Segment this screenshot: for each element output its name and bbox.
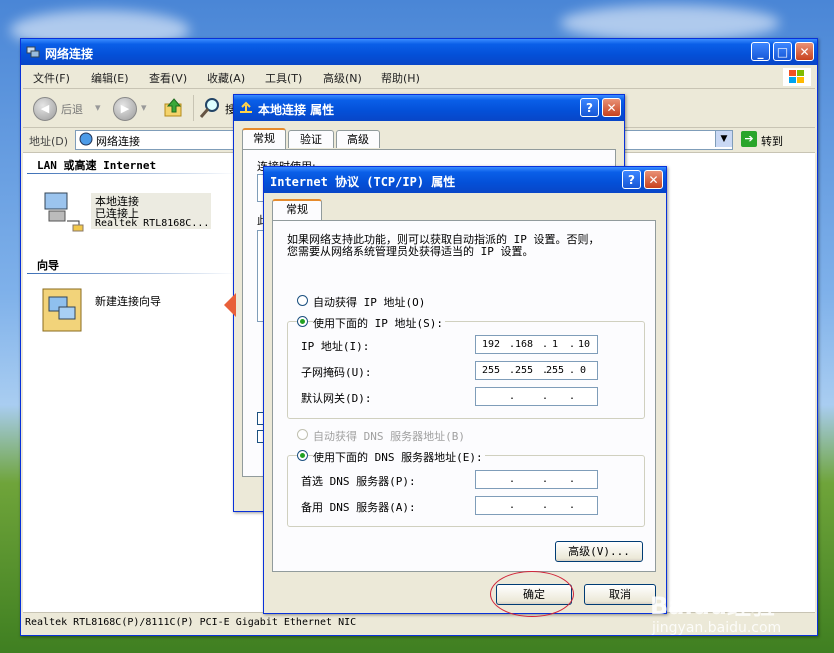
maximize-button[interactable]: □ <box>773 42 792 61</box>
ok-highlight-circle <box>490 571 574 617</box>
manual-dns-label[interactable]: 使用下面的 DNS 服务器地址(E): <box>313 449 485 465</box>
go-label: 转到 <box>761 135 783 148</box>
auto-ip-radio[interactable] <box>297 295 308 306</box>
group-divider <box>27 273 237 274</box>
explorer-title: 网络连接 <box>45 47 94 61</box>
preferred-dns-label: 首选 DNS 服务器(P): <box>301 475 416 488</box>
search-icon[interactable] <box>199 97 221 119</box>
back-button[interactable]: ◀ <box>33 97 57 121</box>
manual-ip-label[interactable]: 使用下面的 IP 地址(S): <box>313 315 445 331</box>
manual-ip-radio[interactable] <box>297 316 308 327</box>
alternate-dns-field[interactable]: ... <box>475 496 598 515</box>
tcpip-properties-dialog: Internet 协议 (TCP/IP) 属性 ? ✕ 常规 如果网络支持此功能… <box>263 166 667 617</box>
explorer-titlebar[interactable]: 网络连接 _ □ ✕ <box>21 39 817 65</box>
desktop-cloud <box>560 5 780 41</box>
watermark-brand: Baidu经验 <box>650 592 775 620</box>
close-button[interactable]: ✕ <box>602 98 621 117</box>
auto-dns-label[interactable]: 自动获得 DNS 服务器地址(B) <box>313 428 465 444</box>
network-icon <box>26 46 40 58</box>
mask-octet-1: 255 <box>482 365 501 376</box>
go-arrow-icon: ➔ <box>741 131 757 147</box>
ip-address-label: IP 地址(I): <box>301 340 370 353</box>
network-icon <box>240 101 252 113</box>
warning-shape-icon <box>224 293 236 317</box>
menu-tools[interactable]: 工具(T) <box>265 70 302 86</box>
menu-bar: 文件(F) 编辑(E) 查看(V) 收藏(A) 工具(T) 高级(N) 帮助(H… <box>23 66 815 89</box>
lan-group-header: LAN 或高速 Internet <box>37 159 157 172</box>
tab-general[interactable]: 常规 <box>242 128 286 149</box>
new-connection-wizard-item[interactable]: 新建连接向导 <box>39 285 219 335</box>
network-icon <box>79 132 93 146</box>
forward-dropdown-icon[interactable]: ▾ <box>141 101 147 114</box>
close-button[interactable]: ✕ <box>644 170 663 189</box>
help-button[interactable]: ? <box>622 170 641 189</box>
network-connection-icon <box>44 192 84 232</box>
forward-button[interactable]: ▶ <box>113 97 137 121</box>
menu-edit[interactable]: 编辑(E) <box>91 70 129 86</box>
mask-octet-3: 255 <box>546 365 565 376</box>
close-button[interactable]: ✕ <box>795 42 814 61</box>
address-dropdown-icon[interactable]: ▼ <box>715 131 732 147</box>
menu-favorites[interactable]: 收藏(A) <box>207 70 245 86</box>
auto-ip-label[interactable]: 自动获得 IP 地址(O) <box>313 294 425 310</box>
windows-logo-icon <box>783 68 811 86</box>
group-divider <box>27 173 237 174</box>
preferred-dns-field[interactable]: ... <box>475 470 598 489</box>
tcpip-titlebar[interactable]: Internet 协议 (TCP/IP) 属性 ? ✕ <box>264 167 666 193</box>
ip-octet-1: 192 <box>482 339 501 350</box>
wizard-icon <box>42 288 82 332</box>
back-dropdown-icon[interactable]: ▾ <box>95 101 101 114</box>
baidu-watermark: Baidu经验 jingyan.baidu.com <box>640 586 830 648</box>
menu-advanced[interactable]: 高级(N) <box>323 70 362 86</box>
ip-octet-4: 10 <box>578 339 591 350</box>
description-line-2: 您需要从网络系统管理员处获得适当的 IP 设置。 <box>287 245 534 258</box>
go-button[interactable]: ➔ 转到 <box>739 131 809 149</box>
wizard-item-label: 新建连接向导 <box>95 295 161 308</box>
subnet-mask-field[interactable]: 255. 255. 255. 0 <box>475 361 598 380</box>
menu-help[interactable]: 帮助(H) <box>381 70 420 86</box>
wizard-group-header: 向导 <box>37 259 59 272</box>
manual-dns-group <box>287 455 645 527</box>
tcpip-title: Internet 协议 (TCP/IP) 属性 <box>270 175 456 189</box>
tcpip-panel: 如果网络支持此功能，则可以获取自动指派的 IP 设置。否则， 您需要从网络系统管… <box>272 220 656 572</box>
back-label: 后退 <box>61 103 83 116</box>
menu-file[interactable]: 文件(F) <box>33 70 70 86</box>
ip-octet-2: 168 <box>515 339 534 350</box>
menu-view[interactable]: 查看(V) <box>149 70 187 86</box>
auto-dns-radio[interactable] <box>297 429 308 440</box>
mask-octet-2: 255 <box>515 365 534 376</box>
tab-authentication[interactable]: 验证 <box>288 130 334 148</box>
default-gateway-label: 默认网关(D): <box>301 392 372 405</box>
help-button[interactable]: ? <box>580 98 599 117</box>
address-label: 地址(D) <box>29 135 69 148</box>
subnet-mask-label: 子网掩码(U): <box>301 366 372 379</box>
props-title: 本地连接 属性 <box>258 103 335 117</box>
tab-general[interactable]: 常规 <box>272 199 322 220</box>
props-titlebar[interactable]: 本地连接 属性 ? ✕ <box>234 95 624 121</box>
up-folder-icon[interactable] <box>163 97 185 119</box>
default-gateway-field[interactable]: ... <box>475 387 598 406</box>
manual-dns-radio[interactable] <box>297 450 308 461</box>
local-connection-item[interactable]: 本地连接 已连接上 Realtek RTL8168C... <box>39 187 229 233</box>
ip-octet-3: 1 <box>552 339 559 350</box>
minimize-button[interactable]: _ <box>751 42 770 61</box>
toolbar-separator <box>193 95 194 121</box>
watermark-url: jingyan.baidu.com <box>652 620 782 636</box>
address-value: 网络连接 <box>96 135 140 148</box>
connection-adapter: Realtek RTL8168C... <box>95 218 210 229</box>
alternate-dns-label: 备用 DNS 服务器(A): <box>301 501 416 514</box>
ip-address-field[interactable]: 192. 168. 1. 10 <box>475 335 598 354</box>
mask-octet-4: 0 <box>580 365 587 376</box>
tab-advanced[interactable]: 高级 <box>336 130 380 148</box>
status-text: Realtek RTL8168C(P)/8111C(P) PCI-E Gigab… <box>25 617 357 628</box>
advanced-button[interactable]: 高级(V)... <box>555 541 643 562</box>
